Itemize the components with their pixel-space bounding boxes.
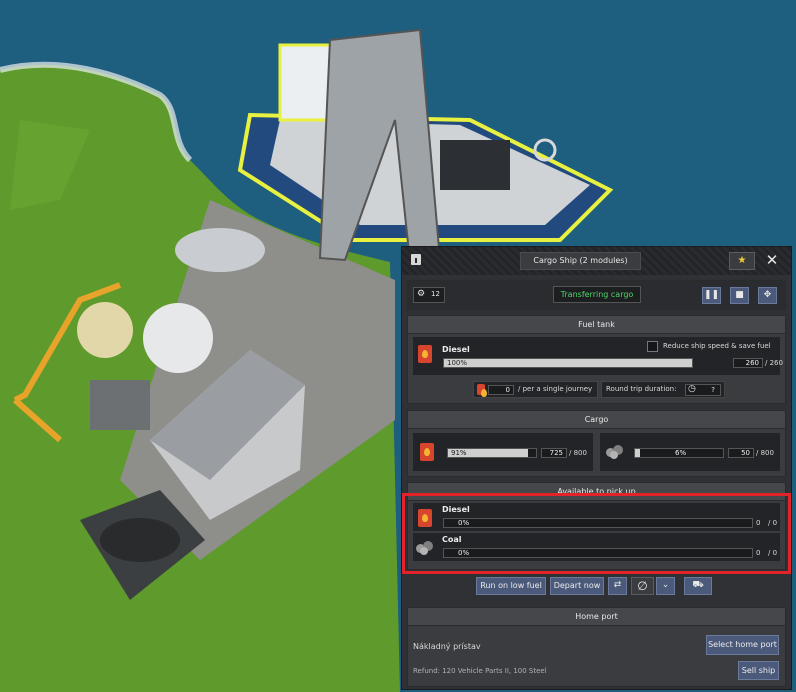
chevron-down-icon[interactable]: ⌄ [656,577,675,595]
coal-icon [606,443,624,459]
round-trip-box: Round trip duration: ◷ ? [601,381,725,398]
fuel-product-label: Diesel [442,345,470,354]
crew-box[interactable]: ⚙ 12 [413,287,445,303]
cycle-icon[interactable]: ⇄ [608,577,627,595]
home-port-header: Home port [408,608,785,626]
status-text: Transferring cargo [553,286,641,303]
truck-icon[interactable]: ⛟ [684,577,712,595]
cargo-item: 91% 725 / 800 [413,433,593,471]
journey-fuel-label: / per a single journey [518,385,593,393]
status-row: ⚙ 12 Transferring cargo ❚❚ ■ ✥ [407,280,786,310]
ship-info-panel: Cargo Ship (2 modules) ★ ✕ ⚙ 12 Transfer… [401,246,792,690]
cargo-section: Cargo 91% 725 / 800 6% 50 / 800 [407,410,786,477]
cargo-header: Cargo [408,411,785,429]
gas-tank [175,228,265,272]
home-port-section: Home port Nákladný prístav Select home p… [407,607,786,687]
no-entry-icon[interactable]: ∅ [631,577,654,595]
run-on-low-fuel-button[interactable]: Run on low fuel [476,577,546,595]
cargo-bar-fill [635,449,641,457]
journey-fuel-box: 0 / per a single journey [473,381,598,398]
worker-icon: ⚙ [417,289,426,299]
fuel-tank-header: Fuel tank [408,316,785,334]
pause-icon[interactable]: ❚❚ [702,287,721,304]
fuel-can-icon [418,345,432,363]
close-icon[interactable]: ✕ [763,251,781,269]
fuel-bar-percent: 100% [447,359,468,367]
fuel-can-icon [477,384,487,397]
select-home-port-button[interactable]: Select home port [706,635,779,655]
fuel-can-icon [420,443,434,461]
camera-icon[interactable]: ■ [730,287,749,304]
highlight-box [402,493,791,574]
journey-fuel-amount: 0 [488,385,514,395]
cargo-capacity: / 800 [569,449,587,457]
clock-icon: ◷ [688,384,696,394]
move-icon[interactable]: ✥ [758,287,777,304]
cargo-item: 6% 50 / 800 [600,433,780,471]
sphere-tank [143,303,213,373]
round-trip-value: ? [711,386,715,394]
home-port-name: Nákladný prístav [413,642,481,651]
cargo-bar: 91% [447,448,537,458]
cargo-capacity: / 800 [756,449,774,457]
pin-icon[interactable]: ★ [729,252,755,270]
fuel-bar: 100% [443,358,693,368]
refund-text: Refund: 120 Vehicle Parts II, 100 Steel [413,667,547,675]
fuel-tank-section: Fuel tank Diesel Reduce ship speed & sav… [407,315,786,404]
depart-now-button[interactable]: Depart now [550,577,604,595]
panel-title: Cargo Ship (2 modules) [520,252,641,270]
crew-count: 12 [431,290,440,298]
fuel-amount: 260 [733,358,763,368]
cargo-amount: 725 [541,448,567,458]
cargo-bar: 6% [634,448,724,458]
info-icon[interactable] [411,254,421,265]
panel-titlebar: Cargo Ship (2 modules) ★ ✕ [402,247,791,275]
cargo-bar-percent: 6% [675,449,687,457]
reduce-speed-label: Reduce ship speed & save fuel [663,342,771,350]
fuel-bar-fill [444,359,692,367]
reduce-speed-checkbox[interactable] [647,341,658,352]
fuel-capacity: / 260 [765,359,783,367]
cargo-bar-percent: 91% [451,449,467,457]
round-trip-label: Round trip duration: [606,385,677,393]
cargo-amount: 50 [728,448,754,458]
round-trip-value-box: ◷ ? [685,384,721,396]
sell-ship-button[interactable]: Sell ship [738,661,779,680]
